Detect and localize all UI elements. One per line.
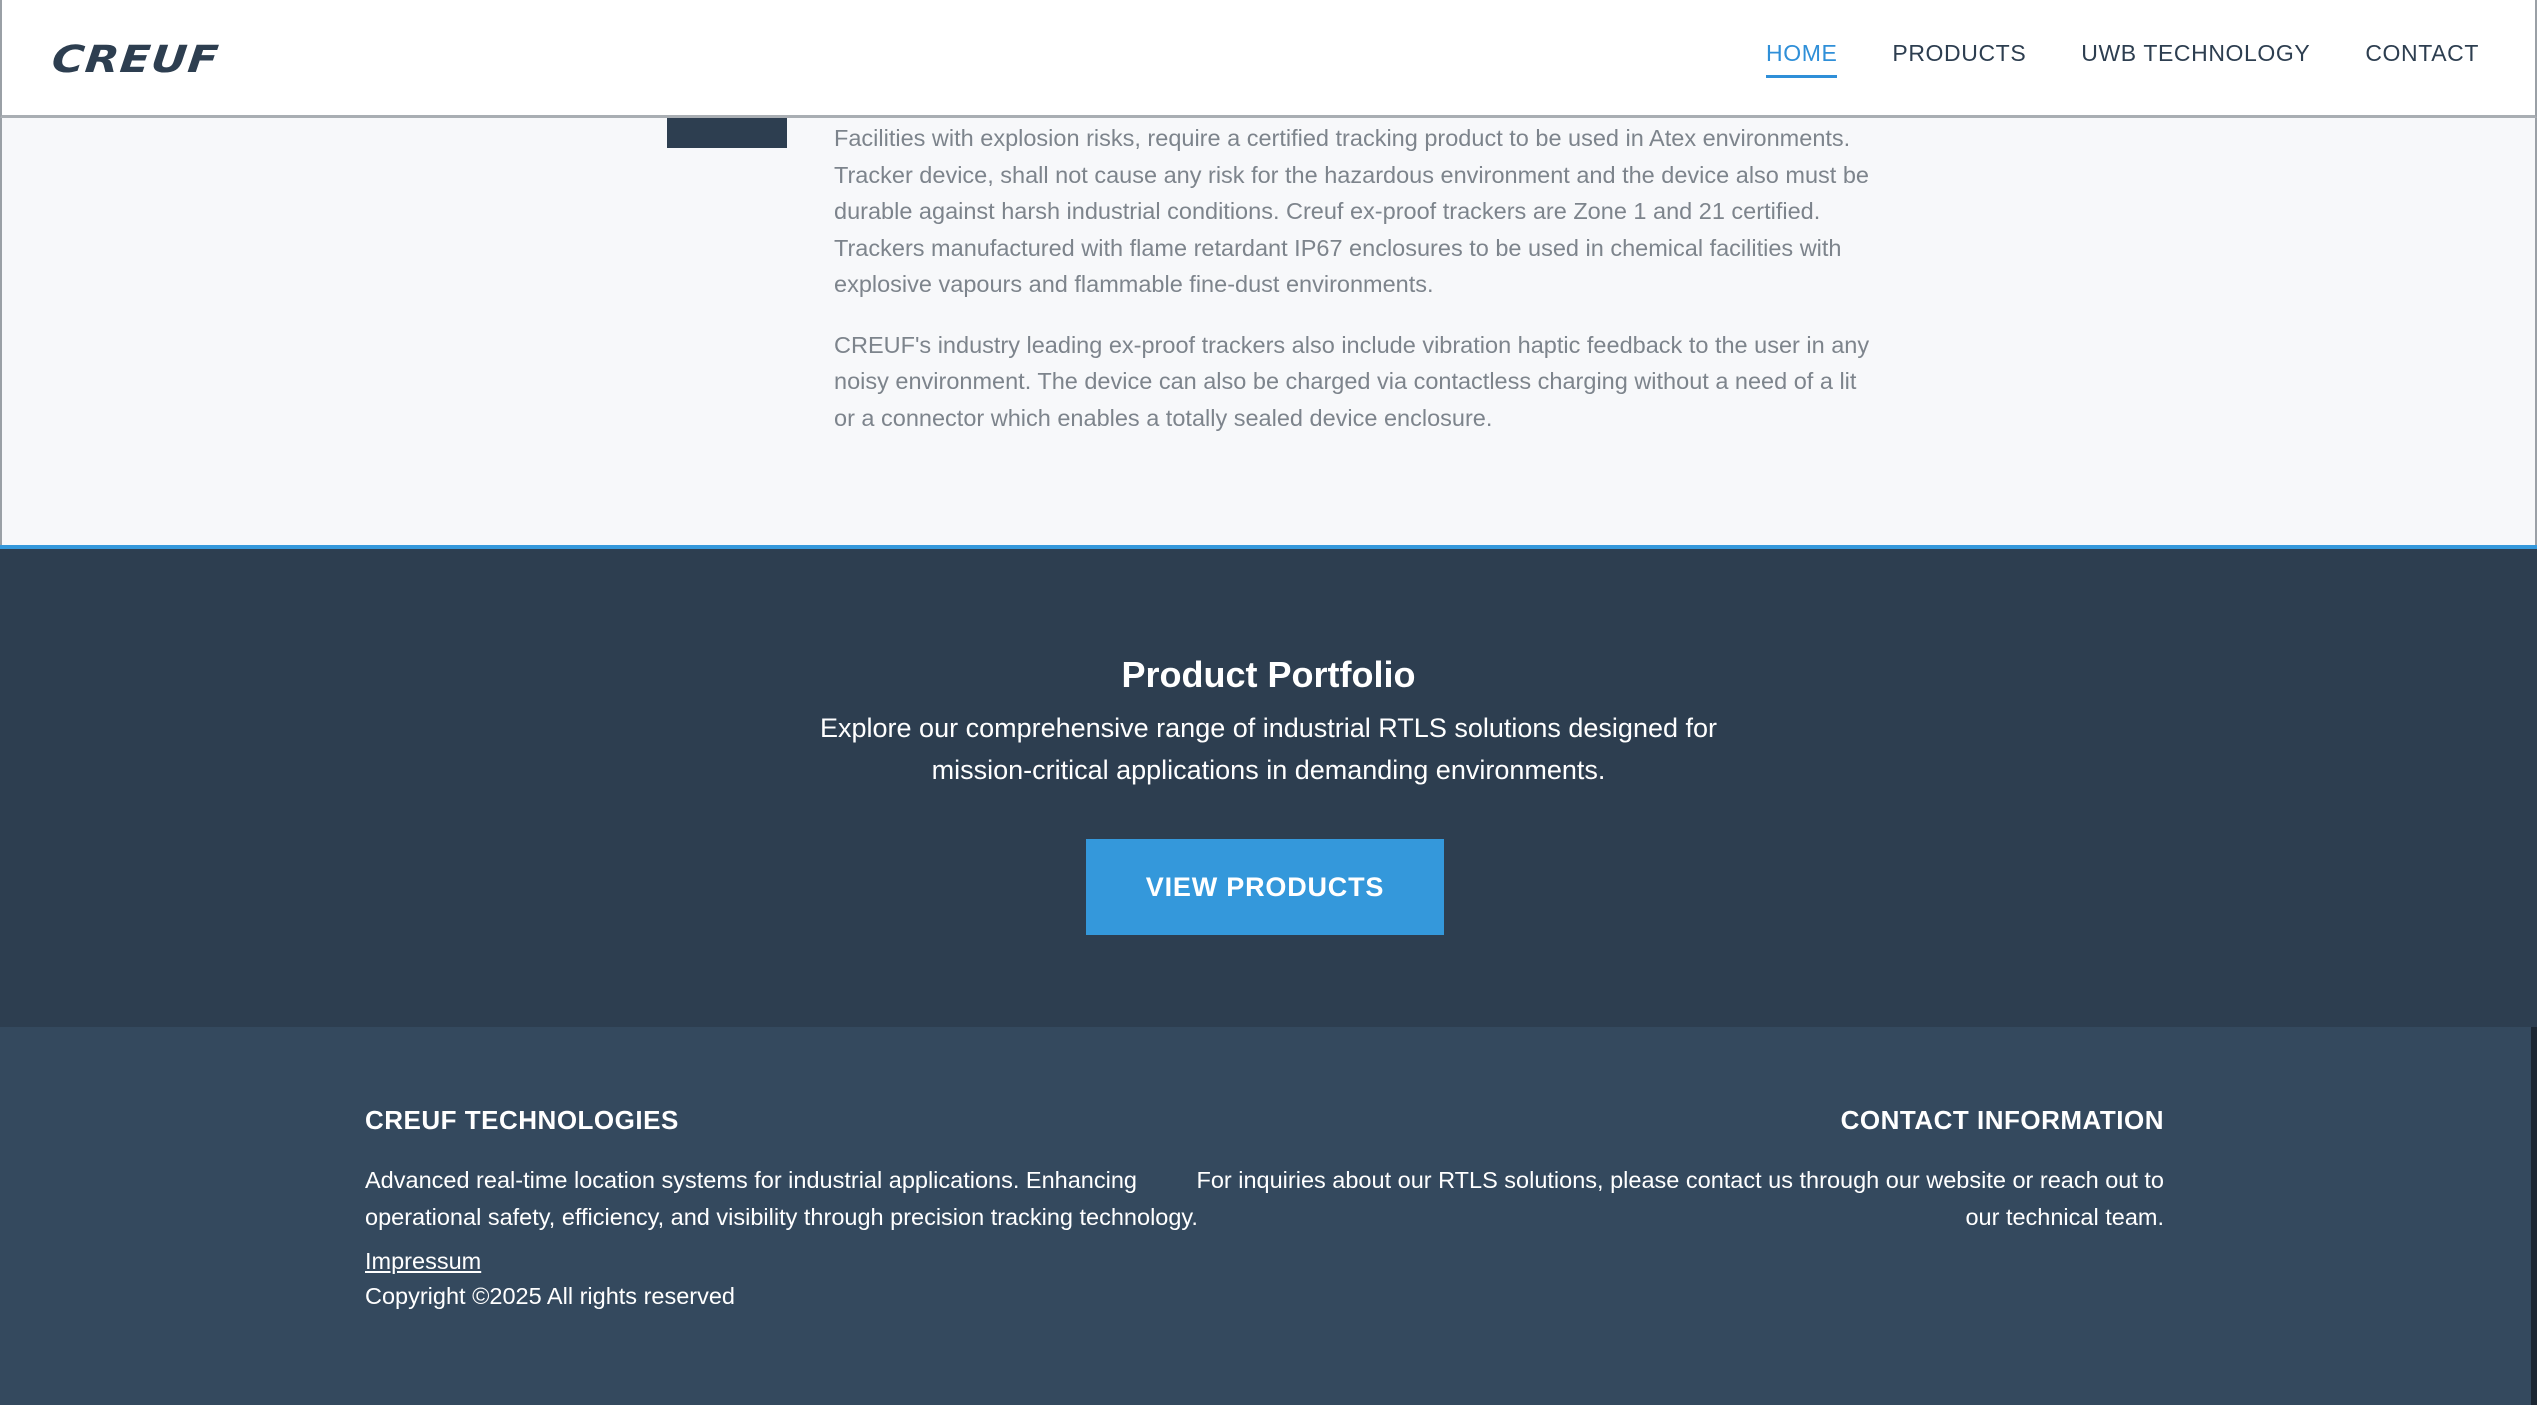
footer-contact-text: For inquiries about our RTLS solutions, … xyxy=(1196,1167,2164,1230)
footer-company-heading: CREUF TECHNOLOGIES xyxy=(365,1105,679,1135)
portfolio-title: Product Portfolio xyxy=(1121,654,1416,695)
logo-text: CREUF xyxy=(49,37,222,81)
portfolio-subtitle: Explore our comprehensive range of indus… xyxy=(820,713,1717,785)
footer-company: CREUF TECHNOLOGIES Advanced real-time lo… xyxy=(365,1105,1205,1310)
nav-contact[interactable]: CONTACT xyxy=(2365,40,2479,78)
atex-section: Facilities with explosion risks, require… xyxy=(0,118,2537,548)
paragraph-haptic-feedback: CREUF's industry leading ex-proof tracke… xyxy=(834,331,1870,431)
nav-home[interactable]: HOME xyxy=(1766,40,1838,78)
footer-contact-heading: CONTACT INFORMATION xyxy=(1840,1105,2164,1135)
logo[interactable]: CREUF xyxy=(49,34,222,84)
atex-text: Facilities with explosion risks, require… xyxy=(834,120,1874,460)
main-nav: HOME PRODUCTS UWB TECHNOLOGY CONTACT xyxy=(1766,40,2479,78)
site-footer: CREUF TECHNOLOGIES Advanced real-time lo… xyxy=(0,1027,2537,1405)
nav-products[interactable]: PRODUCTS xyxy=(1892,40,2026,78)
site-header: CREUF HOME PRODUCTS UWB TECHNOLOGY CONTA… xyxy=(0,0,2537,118)
copyright: Copyright ©2025 All rights reserved xyxy=(365,1283,735,1309)
impressum-link[interactable]: Impressum xyxy=(365,1248,481,1275)
page: CREUF HOME PRODUCTS UWB TECHNOLOGY CONTA… xyxy=(0,0,2537,1405)
paragraph-explosion-risks: Facilities with explosion risks, require… xyxy=(834,125,1869,297)
footer-company-description: Advanced real-time location systems for … xyxy=(365,1167,1198,1230)
view-products-button[interactable]: VIEW PRODUCTS xyxy=(1086,839,1444,935)
footer-contact: CONTACT INFORMATION For inquiries about … xyxy=(1184,1105,2164,1236)
nav-uwb-technology[interactable]: UWB TECHNOLOGY xyxy=(2081,40,2310,78)
image-placeholder xyxy=(667,118,787,148)
scrollbar[interactable] xyxy=(2531,1027,2537,1405)
product-portfolio-section: Product Portfolio Explore our comprehens… xyxy=(0,545,2537,1027)
